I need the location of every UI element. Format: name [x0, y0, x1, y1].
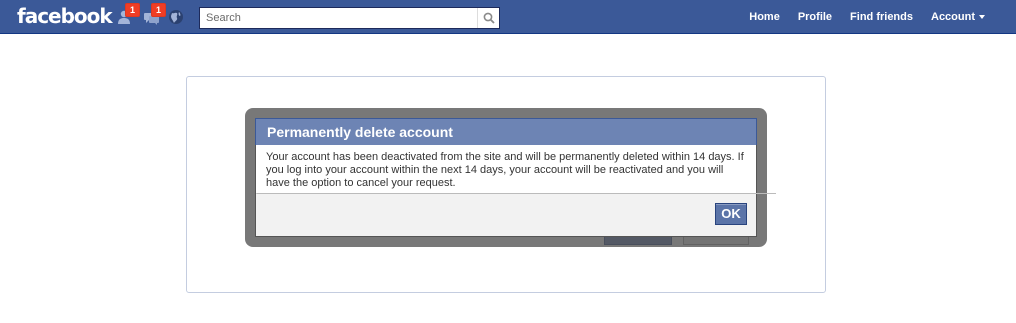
- messages-badge: 1: [151, 3, 166, 17]
- nav-account-label: Account: [931, 11, 975, 23]
- nav-find-friends[interactable]: Find friends: [841, 0, 922, 34]
- facebook-logo[interactable]: facebook: [17, 4, 113, 28]
- search-button[interactable]: [477, 8, 499, 28]
- nav-home[interactable]: Home: [740, 0, 789, 34]
- friend-requests-badge: 1: [125, 3, 140, 17]
- dialog-title: Permanently delete account: [255, 118, 757, 145]
- nav-account[interactable]: Account: [922, 0, 994, 34]
- top-nav-links: Home Profile Find friends Account: [740, 0, 994, 34]
- ok-button[interactable]: OK: [715, 203, 747, 225]
- dialog-footer: OK: [256, 193, 756, 236]
- delete-account-dialog: Permanently delete account Your account …: [255, 118, 757, 237]
- search-icon: [483, 12, 495, 24]
- nav-profile[interactable]: Profile: [789, 0, 841, 34]
- search-input[interactable]: [200, 8, 476, 28]
- chevron-down-icon: [979, 15, 985, 19]
- messages-jewel[interactable]: 1: [143, 3, 166, 26]
- search-box: [199, 7, 500, 29]
- top-navigation-bar: facebook 1 1 Hom: [0, 0, 1016, 34]
- dialog-overlay-frame: Permanently delete account Your account …: [245, 108, 767, 247]
- notifications-globe-icon: [169, 10, 183, 24]
- notifications-jewel[interactable]: [167, 8, 185, 26]
- divider-line: [257, 193, 776, 194]
- dialog-message: Your account has been deactivated from t…: [266, 151, 744, 189]
- friend-requests-jewel[interactable]: 1: [117, 3, 140, 26]
